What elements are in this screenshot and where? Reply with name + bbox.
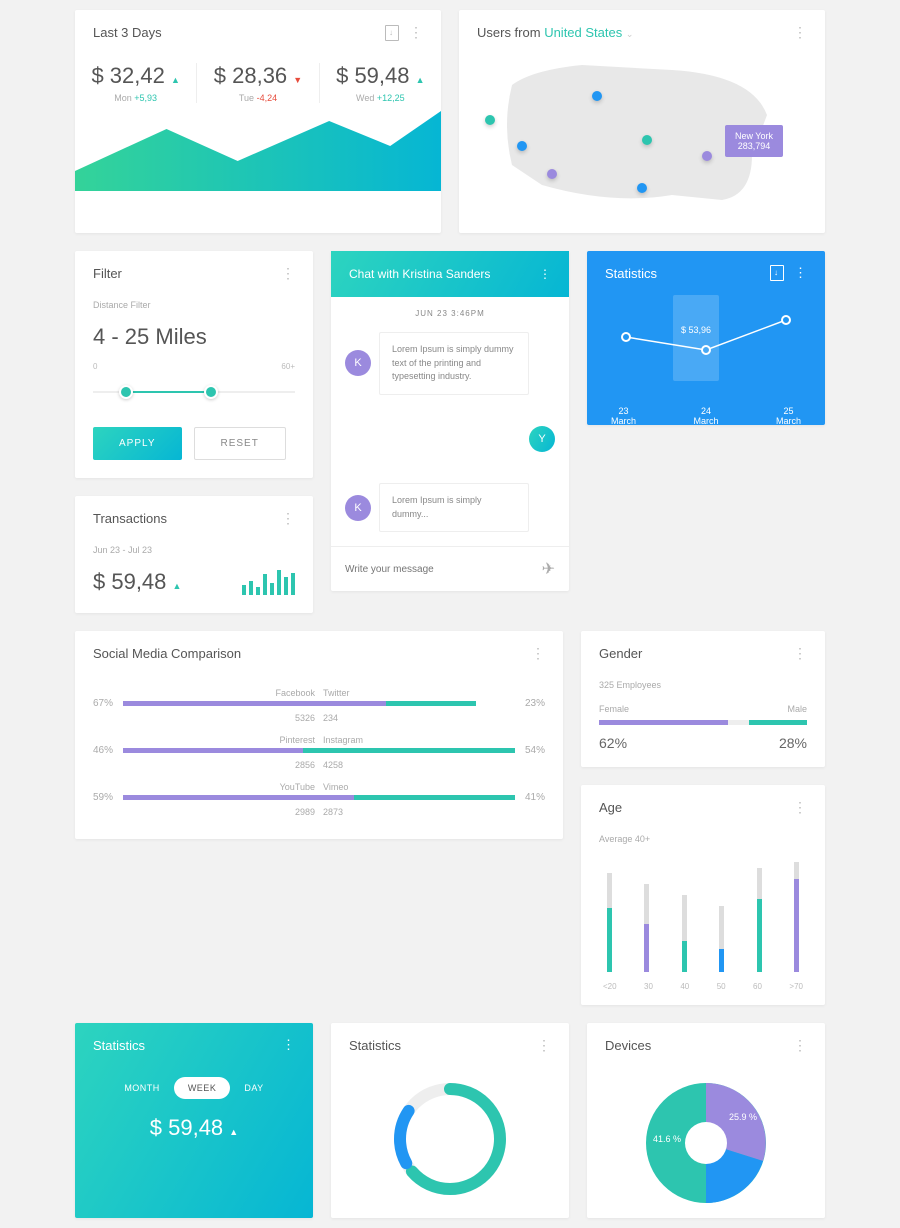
usa-map: New York283,794 <box>477 55 807 215</box>
tab-day[interactable]: DAY <box>230 1077 277 1099</box>
avatar[interactable]: Y <box>529 426 555 452</box>
map-tooltip: New York283,794 <box>725 125 783 157</box>
map-dot[interactable] <box>592 91 602 101</box>
more-icon[interactable]: ⋮ <box>531 645 545 662</box>
region-select[interactable]: United States <box>544 25 622 40</box>
statistics-donut-card: Statistics⋮ <box>331 1023 569 1218</box>
map-dot[interactable] <box>637 183 647 193</box>
map-dot[interactable] <box>547 169 557 179</box>
more-icon[interactable]: ⋮ <box>409 24 423 41</box>
gender-card: Gender⋮ 325 Employees FemaleMale 62%28% <box>581 631 825 767</box>
chat-timestamp: JUN 23 3:46PM <box>345 309 555 318</box>
amount: $ 59,48 <box>336 63 409 88</box>
age-bars <box>599 862 807 972</box>
range-slider[interactable] <box>93 377 295 409</box>
tab-month[interactable]: MONTH <box>110 1077 174 1099</box>
avatar[interactable]: K <box>345 350 371 376</box>
map-dot[interactable] <box>702 151 712 161</box>
more-icon[interactable]: ⋮ <box>793 24 807 41</box>
mini-bar-chart <box>242 569 295 595</box>
chart-tooltip: $ 53,96 <box>673 295 719 381</box>
caret-down-icon: ▼ <box>293 75 302 85</box>
time-segment[interactable]: MONTH WEEK DAY <box>75 1077 313 1099</box>
devices-card: Devices⋮ 41.6 % 25.9 % <box>587 1023 825 1218</box>
line-chart: $ 53,96 23March 24March 25March <box>587 295 825 425</box>
more-icon[interactable]: ⋮ <box>281 510 295 527</box>
more-icon[interactable]: ⋮ <box>793 1037 807 1054</box>
social-bar: 46%54% <box>93 745 545 756</box>
slider-handle-min[interactable] <box>119 385 133 399</box>
chat-input[interactable] <box>345 564 542 575</box>
last-3-days-card: Last 3 Days ⋮ $ 32,42 ▲Mon +5,93 $ 28,36… <box>75 10 441 233</box>
more-icon[interactable]: ⋮ <box>537 1037 551 1054</box>
caret-up-icon: ▲ <box>229 1127 238 1137</box>
more-icon[interactable]: ⋮ <box>793 645 807 662</box>
more-icon[interactable]: ⋮ <box>793 799 807 816</box>
amount: $ 32,42 <box>91 63 164 88</box>
statistics-green-card: Statistics⋮ MONTH WEEK DAY $ 59,48 ▲ <box>75 1023 313 1218</box>
social-bar: 59%41% <box>93 792 545 803</box>
caret-up-icon: ▲ <box>173 581 182 591</box>
more-icon[interactable]: ⋮ <box>539 267 551 281</box>
map-dot[interactable] <box>642 135 652 145</box>
donut-chart <box>385 1074 515 1204</box>
users-map-card: Users from United States ⌄ ⋮ New York283… <box>459 10 825 233</box>
more-icon[interactable]: ⋮ <box>281 265 295 282</box>
social-comparison-card: Social Media Comparison⋮ FacebookTwitter… <box>75 631 563 839</box>
chat-msg: Lorem Ipsum is simply dummy text of the … <box>371 409 521 470</box>
send-icon[interactable]: ✈ <box>542 559 555 579</box>
more-icon[interactable]: ⋮ <box>282 1037 295 1053</box>
more-icon[interactable]: ⋮ <box>794 265 807 281</box>
amount: $ 28,36 <box>214 63 287 88</box>
avatar[interactable]: K <box>345 495 371 521</box>
tab-week[interactable]: WEEK <box>174 1077 231 1099</box>
reset-button[interactable]: RESET <box>194 427 286 460</box>
age-card: Age⋮ Average 40+ <2030405060>70 <box>581 785 825 1005</box>
slider-handle-max[interactable] <box>204 385 218 399</box>
transactions-card: Transactions⋮ Jun 23 - Jul 23 $ 59,48 ▲ <box>75 496 313 613</box>
chat-msg: Lorem Ipsum is simply dummy... <box>379 483 529 532</box>
map-dot[interactable] <box>485 115 495 125</box>
apply-button[interactable]: APPLY <box>93 427 182 460</box>
chevron-down-icon[interactable]: ⌄ <box>626 29 634 39</box>
range-value: 4 - 25 Miles <box>93 324 295 350</box>
statistics-line-card: Statistics⋮ $ 53,96 23March 24March 25Ma… <box>587 251 825 425</box>
filter-card: Filter⋮ Distance Filter 4 - 25 Miles 060… <box>75 251 313 478</box>
map-dot[interactable] <box>517 141 527 151</box>
gender-bar <box>599 720 807 725</box>
last3-title: Last 3 Days <box>93 25 162 40</box>
pie-chart: 41.6 % 25.9 % <box>631 1068 781 1218</box>
social-bar: 67%23% <box>93 698 545 709</box>
chat-card: Chat with Kristina Sanders ⋮ JUN 23 3:46P… <box>331 251 569 591</box>
download-icon[interactable] <box>385 25 399 41</box>
caret-up-icon: ▲ <box>171 75 180 85</box>
chat-title: Chat with Kristina Sanders <box>349 267 490 281</box>
chat-msg: Lorem Ipsum is simply dummy text of the … <box>379 332 529 395</box>
caret-up-icon: ▲ <box>416 75 425 85</box>
area-chart <box>75 111 441 191</box>
download-icon[interactable] <box>770 265 784 281</box>
